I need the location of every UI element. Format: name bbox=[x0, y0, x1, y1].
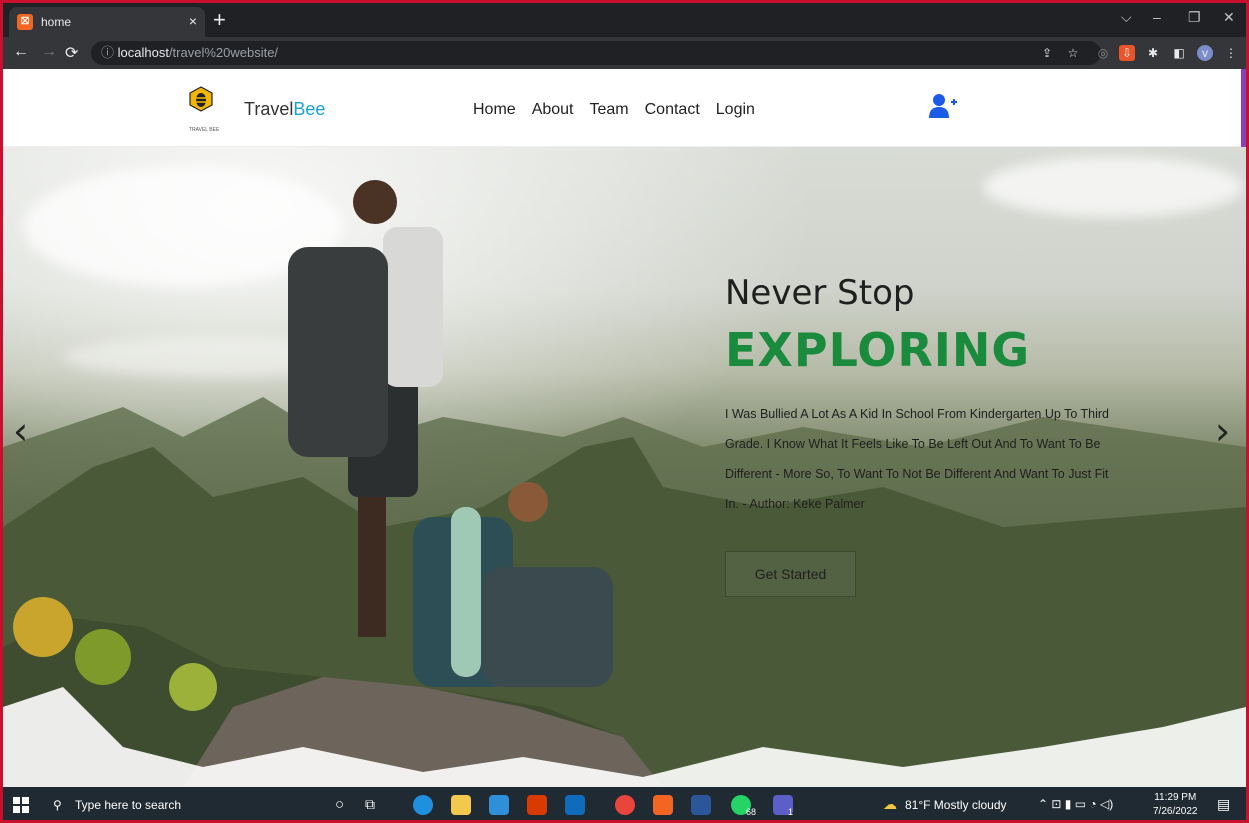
browser-window: ⛝ home × + ⌵ – ❐ ✕ ← → ⟳ ⓘ localhost/tra… bbox=[0, 0, 1249, 823]
taskbar-search[interactable]: ⚲ Type here to search bbox=[43, 787, 308, 820]
travelbee-logo-icon[interactable] bbox=[188, 85, 214, 117]
hero-highlight: EXPLORING bbox=[725, 323, 1031, 377]
cortana-icon[interactable]: ○ bbox=[335, 796, 344, 813]
main-nav: Home About Team Contact Login bbox=[473, 101, 755, 119]
weather-text[interactable]: 81°F Mostly cloudy bbox=[905, 798, 1007, 812]
site-info-icon[interactable]: ⓘ bbox=[101, 45, 118, 60]
notifications-icon[interactable]: ▤ bbox=[1217, 796, 1230, 813]
extension-circle-icon[interactable]: ◎ bbox=[1095, 45, 1111, 61]
search-icon: ⚲ bbox=[53, 798, 62, 812]
url-host: localhost bbox=[117, 45, 169, 60]
tab-title: home bbox=[41, 15, 72, 29]
extension-download-icon[interactable]: ⇩ bbox=[1119, 45, 1135, 61]
nav-home[interactable]: Home bbox=[473, 101, 516, 119]
windows-taskbar: ⚲ Type here to search ○ ⧉ 68 1 ☁ 81°F Mo… bbox=[3, 787, 1246, 820]
add-user-icon[interactable] bbox=[928, 93, 958, 119]
tab-search-icon[interactable]: ⌵ bbox=[1121, 9, 1132, 26]
weather-icon[interactable]: ☁ bbox=[883, 796, 897, 813]
prev-slide-arrow-icon[interactable]: ‹ bbox=[13, 409, 28, 453]
share-icon[interactable]: ⇪ bbox=[1039, 45, 1055, 61]
xampp-icon[interactable] bbox=[653, 795, 673, 815]
brand-name[interactable]: TravelBee bbox=[244, 99, 325, 120]
hero-quote: I Was Bullied A Lot As A Kid In School F… bbox=[725, 407, 1110, 511]
browser-menu-icon[interactable]: ⋮ bbox=[1223, 45, 1239, 61]
new-tab-button[interactable]: + bbox=[213, 7, 226, 33]
logo-subtext: TRAVEL BEE bbox=[189, 127, 220, 133]
clock-time: 11:29 PM bbox=[1154, 792, 1197, 803]
xampp-favicon-icon: ⛝ bbox=[17, 14, 33, 30]
task-view-icon[interactable]: ⧉ bbox=[365, 796, 375, 813]
forward-arrow-icon[interactable]: → bbox=[41, 43, 57, 61]
tab-close-icon[interactable]: × bbox=[189, 13, 197, 29]
back-arrow-icon[interactable]: ← bbox=[13, 43, 29, 61]
side-panel-icon[interactable]: ◧ bbox=[1171, 45, 1187, 61]
extensions-puzzle-icon[interactable]: ✱ bbox=[1145, 45, 1161, 61]
url-path: /travel%20website/ bbox=[168, 45, 279, 60]
hero-text: Never Stop EXPLORING I Was Bullied A Lot… bbox=[725, 273, 1145, 519]
brand-prefix: Travel bbox=[244, 99, 294, 119]
office-icon[interactable] bbox=[527, 795, 547, 815]
reload-icon[interactable]: ⟳ bbox=[65, 43, 78, 63]
minimize-button[interactable]: – bbox=[1153, 9, 1161, 25]
teams-badge: 1 bbox=[788, 807, 794, 817]
get-started-button[interactable]: Get Started bbox=[725, 551, 856, 597]
clock-date: 7/26/2022 bbox=[1153, 806, 1198, 817]
word-icon[interactable] bbox=[691, 795, 711, 815]
hero-banner: ‹ › Never Stop EXPLORING I Was Bullied A… bbox=[3, 147, 1246, 787]
clock[interactable]: 11:29 PM 7/26/2022 bbox=[1153, 791, 1198, 819]
edge-icon[interactable] bbox=[413, 795, 433, 815]
browser-toolbar: ← → ⟳ ⓘ localhost/travel%20website/ ⇪ ☆ … bbox=[3, 37, 1246, 69]
address-bar[interactable]: ⓘ localhost/travel%20website/ bbox=[91, 41, 1101, 65]
hero-headline: Never Stop bbox=[725, 273, 915, 313]
nav-login[interactable]: Login bbox=[716, 101, 755, 119]
nav-team[interactable]: Team bbox=[590, 101, 629, 119]
whatsapp-badge: 68 bbox=[746, 807, 757, 817]
site-header: TRAVEL BEE TravelBee Home About Team Con… bbox=[3, 69, 1246, 147]
mail-icon[interactable] bbox=[489, 795, 509, 815]
browser-tab-home[interactable]: ⛝ home × bbox=[9, 7, 205, 37]
windows-start-icon[interactable] bbox=[13, 797, 29, 813]
tab-strip: ⛝ home × + ⌵ – ❐ ✕ bbox=[3, 3, 1246, 37]
profile-avatar[interactable]: v bbox=[1197, 45, 1213, 61]
nav-about[interactable]: About bbox=[532, 101, 574, 119]
system-tray-icons[interactable]: ⌃ ⊡ ▮ ▭ ◔ ◁) bbox=[1038, 797, 1113, 811]
file-explorer-icon[interactable] bbox=[451, 795, 471, 815]
taskbar-search-placeholder: Type here to search bbox=[75, 798, 182, 812]
outlook-icon[interactable] bbox=[565, 795, 585, 815]
chrome-icon[interactable] bbox=[615, 795, 635, 815]
close-window-button[interactable]: ✕ bbox=[1223, 9, 1235, 26]
brand-accent: Bee bbox=[293, 99, 326, 119]
maximize-button[interactable]: ❐ bbox=[1188, 9, 1201, 26]
bookmark-star-icon[interactable]: ☆ bbox=[1065, 45, 1081, 61]
next-slide-arrow-icon[interactable]: › bbox=[1215, 409, 1230, 453]
nav-contact[interactable]: Contact bbox=[645, 101, 700, 119]
